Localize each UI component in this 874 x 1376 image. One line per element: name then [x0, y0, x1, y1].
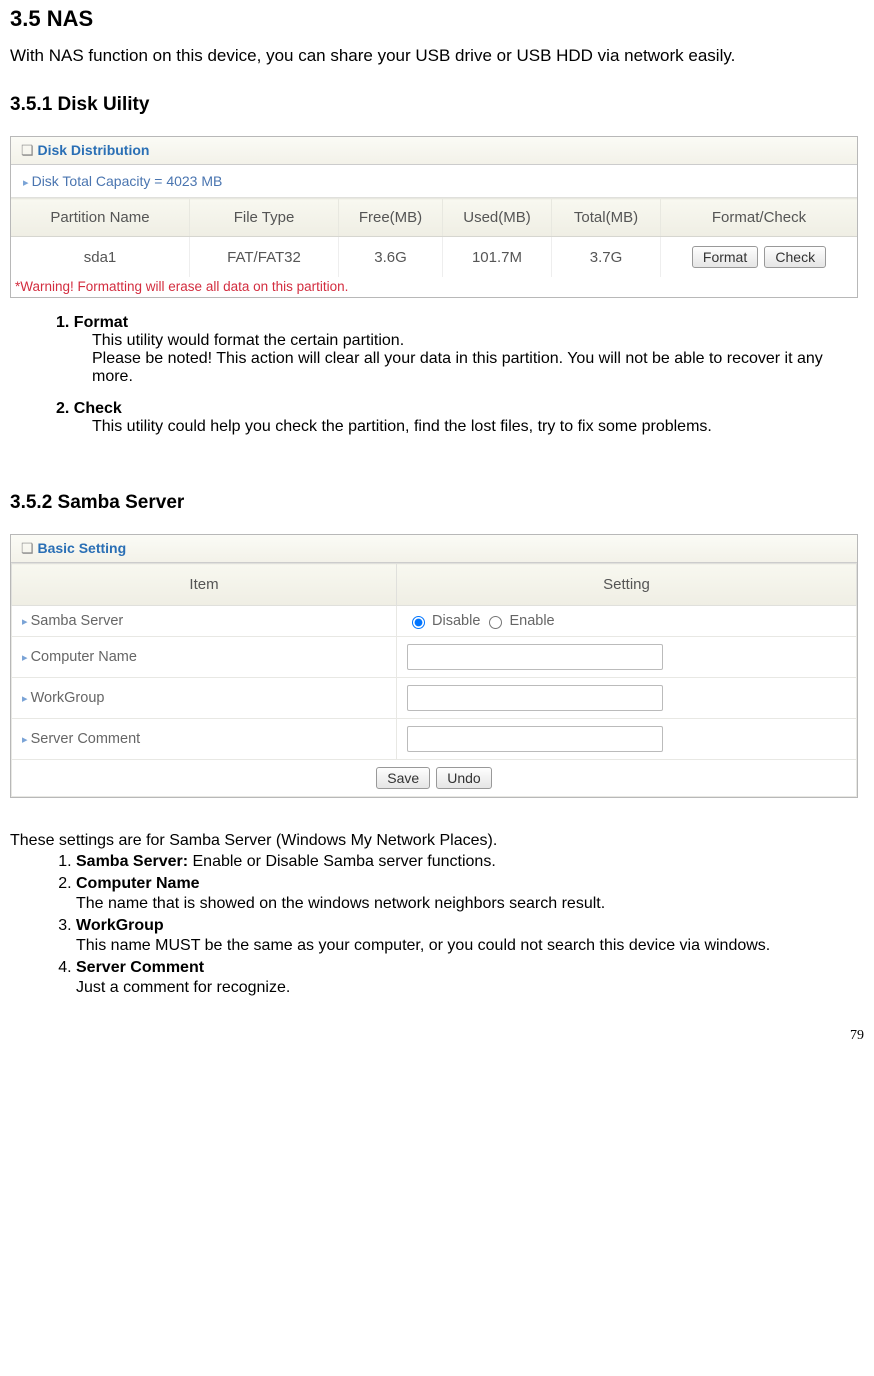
basic-setting-panel: Basic Setting Item Setting Samba Server … — [10, 534, 858, 798]
samba-doc-intro: These settings are for Samba Server (Win… — [10, 832, 864, 850]
col-partition: Partition Name — [11, 199, 190, 237]
format-button[interactable]: Format — [692, 246, 758, 268]
row-label-computer-name: Computer Name — [12, 637, 397, 678]
item-text: This name MUST be the same as your compu… — [76, 937, 770, 954]
warning-text: *Warning! Formatting will erase all data… — [11, 277, 857, 297]
samba-form-table: Item Setting Samba Server Disable Enable… — [11, 563, 857, 797]
cell-free: 3.6G — [339, 237, 443, 278]
save-button[interactable]: Save — [376, 767, 430, 789]
radio-enable[interactable] — [489, 616, 502, 629]
col-free: Free(MB) — [339, 199, 443, 237]
col-total: Total(MB) — [552, 199, 661, 237]
radio-enable-label: Enable — [509, 613, 554, 629]
row-label-server: Samba Server — [12, 606, 397, 637]
col-action: Format/Check — [661, 199, 858, 237]
item-text: The name that is showed on the windows n… — [76, 895, 605, 912]
col-setting: Setting — [397, 564, 857, 606]
col-item: Item — [12, 564, 397, 606]
computer-name-input[interactable] — [407, 644, 663, 670]
item-label: Computer Name — [76, 875, 200, 892]
list-item: Samba Server: Enable or Disable Samba se… — [76, 852, 864, 872]
row-setting-server: Disable Enable — [397, 606, 857, 637]
row-label-workgroup: WorkGroup — [12, 678, 397, 719]
item-text: Just a comment for recognize. — [76, 979, 290, 996]
item-text: Enable or Disable Samba server functions… — [188, 853, 496, 870]
radio-disable[interactable] — [412, 616, 425, 629]
workgroup-input[interactable] — [407, 685, 663, 711]
doc-format-l2: Please be noted! This action will clear … — [92, 350, 864, 386]
col-filetype: File Type — [190, 199, 339, 237]
server-comment-input[interactable] — [407, 726, 663, 752]
doc-format-l1: This utility would format the certain pa… — [92, 332, 864, 350]
doc-format-heading: 1. Format — [56, 314, 864, 332]
list-item: Computer Name The name that is showed on… — [76, 874, 864, 915]
item-label: Samba Server: — [76, 853, 188, 870]
intro-text: With NAS function on this device, you ca… — [10, 46, 864, 66]
table-row: sda1 FAT/FAT32 3.6G 101.7M 3.7G Format C… — [11, 237, 857, 278]
disk-distribution-panel: Disk Distribution Disk Total Capacity = … — [10, 136, 858, 298]
col-used: Used(MB) — [443, 199, 552, 237]
disk-table: Partition Name File Type Free(MB) Used(M… — [11, 198, 857, 277]
undo-button[interactable]: Undo — [436, 767, 491, 789]
cell-actions: Format Check — [661, 237, 858, 278]
form-actions: Save Undo — [12, 760, 857, 797]
doc-check-heading: 2. Check — [56, 400, 864, 418]
subsection-disk-utility: 3.5.1 Disk Uility — [10, 94, 864, 116]
list-item: Server Comment Just a comment for recogn… — [76, 958, 864, 999]
cell-partition: sda1 — [11, 237, 190, 278]
disk-capacity-line: Disk Total Capacity = 4023 MB — [11, 165, 857, 198]
cell-filetype: FAT/FAT32 — [190, 237, 339, 278]
cell-total: 3.7G — [552, 237, 661, 278]
samba-doc-list: Samba Server: Enable or Disable Samba se… — [38, 852, 864, 998]
radio-disable-label: Disable — [432, 613, 480, 629]
item-label: WorkGroup — [76, 917, 164, 934]
section-heading: 3.5 NAS — [10, 6, 864, 32]
panel-title-basic: Basic Setting — [11, 535, 857, 563]
subsection-samba: 3.5.2 Samba Server — [10, 492, 864, 514]
row-label-server-comment: Server Comment — [12, 719, 397, 760]
page-number: 79 — [10, 1028, 864, 1044]
panel-title-disk: Disk Distribution — [11, 137, 857, 165]
cell-used: 101.7M — [443, 237, 552, 278]
check-button[interactable]: Check — [764, 246, 826, 268]
doc-check-l1: This utility could help you check the pa… — [92, 418, 864, 436]
list-item: WorkGroup This name MUST be the same as … — [76, 916, 864, 957]
item-label: Server Comment — [76, 959, 204, 976]
